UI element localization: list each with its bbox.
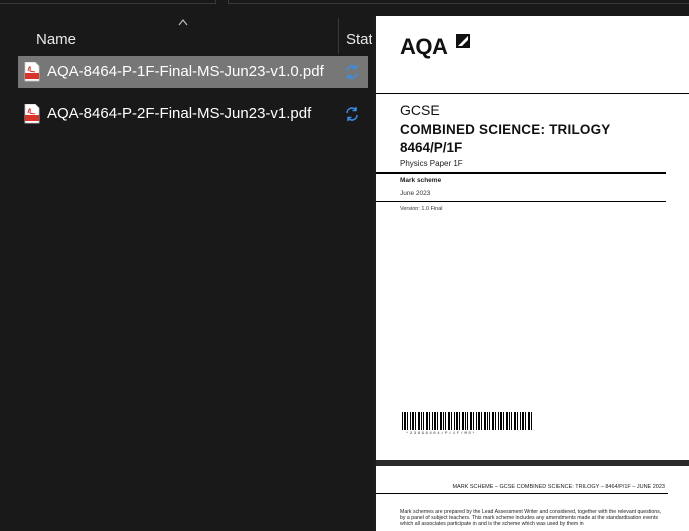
date-rule — [376, 201, 666, 202]
qualification-level: GCSE — [400, 102, 440, 118]
file-row[interactable]: AQA-8464-P-2F-Final-MS-Jun23-v1.pdf — [18, 98, 368, 130]
version-label: Version: 1.0 Final — [400, 206, 443, 212]
pdf-icon — [24, 104, 40, 124]
page-body-text: Mark schemes are prepared by the Lead As… — [400, 509, 662, 528]
preview-pane[interactable]: AQA GCSE COMBINED SCIENCE: TRILOGY 8464/… — [372, 16, 689, 531]
column-header: Name Status — [0, 8, 372, 54]
status-column-header[interactable]: Status — [346, 31, 372, 48]
sync-icon — [346, 107, 358, 121]
top-strip — [0, 0, 689, 4]
heading-rule — [376, 172, 666, 174]
subject-title: COMBINED SCIENCE: TRILOGY — [400, 122, 611, 137]
running-header-rule — [376, 493, 668, 494]
page-running-header: MARK SCHEME – GCSE COMBINED SCIENCE: TRI… — [452, 484, 665, 490]
aqa-logo: AQA — [400, 34, 448, 59]
name-column-header[interactable]: Name — [36, 31, 76, 48]
barcode-number: *236G8464/P/1F/MS* — [406, 432, 477, 436]
top-rule — [376, 93, 689, 94]
file-row[interactable]: AQA-8464-P-1F-Final-MS-Jun23-v1.0.pdf — [18, 56, 368, 88]
specification-code: 8464/P/1F — [400, 140, 463, 155]
column-divider[interactable] — [338, 18, 339, 54]
exam-date: June 2023 — [400, 190, 431, 197]
barcode-icon — [402, 412, 532, 430]
file-name[interactable]: AQA-8464-P-1F-Final-MS-Jun23-v1.0.pdf — [47, 63, 324, 80]
file-name[interactable]: AQA-8464-P-2F-Final-MS-Jun23-v1.pdf — [47, 105, 311, 122]
document-type: Mark scheme — [400, 177, 442, 184]
sort-ascending-icon[interactable] — [178, 18, 188, 26]
pdf-icon — [24, 62, 40, 82]
page-separator — [376, 460, 689, 466]
tab-left — [0, 0, 216, 4]
paper-name: Physics Paper 1F — [400, 159, 463, 168]
tab-right — [228, 0, 689, 4]
sync-icon — [346, 65, 358, 79]
aqa-logo-mark-icon — [456, 34, 470, 48]
